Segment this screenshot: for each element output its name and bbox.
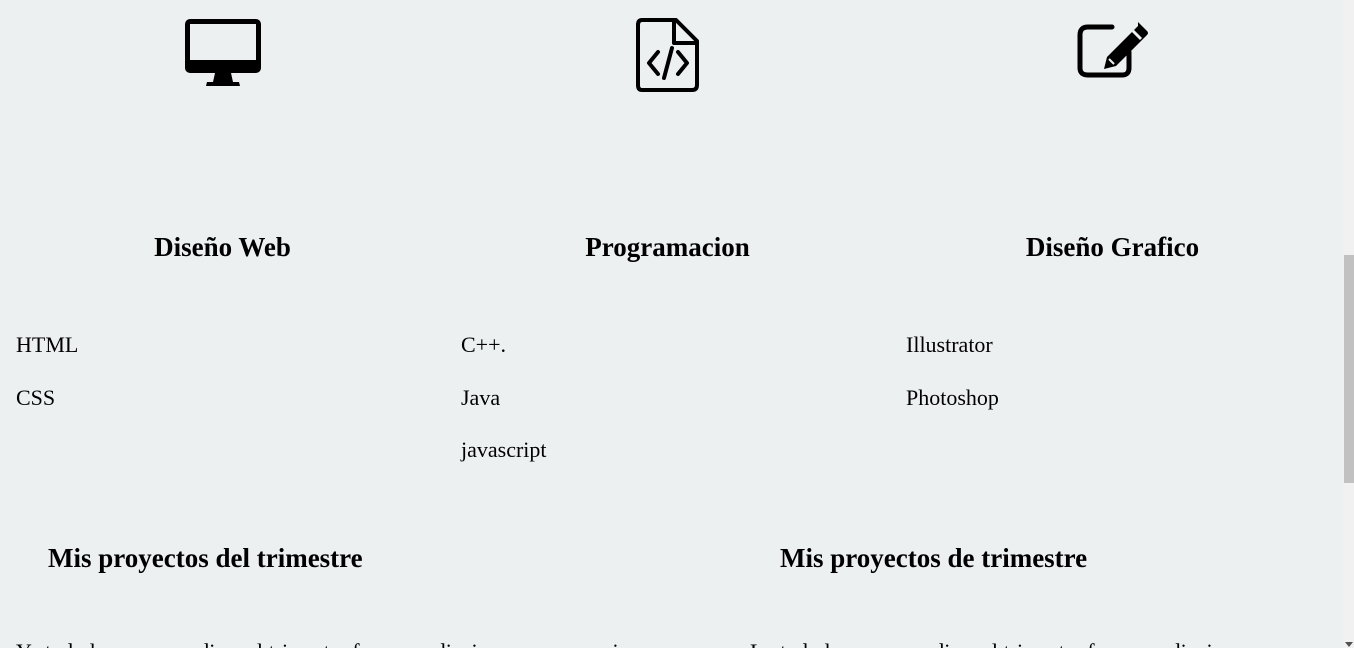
list-item: CSS [16, 384, 56, 410]
pen-to-square-icon [890, 18, 1335, 92]
desktop-icon [0, 18, 445, 92]
list-item: javascript [461, 437, 547, 462]
projects-left-text: Ya todo lo que aprendi en el trimestre f… [16, 638, 619, 648]
vertical-scrollbar[interactable] [1343, 0, 1354, 648]
service-list: C++. Java javascript [461, 329, 547, 487]
list-item: HTML [16, 332, 79, 357]
service-list: HTML CSS [16, 329, 78, 434]
projects-left-title: Mis proyectos del trimestre [48, 543, 363, 573]
service-title: Diseño Web [154, 232, 291, 262]
projects-right-title: Mis proyectos de trimestre [780, 543, 1088, 573]
services-section: Diseño Web HTML CSS Programacion C++. Ja… [0, 0, 1335, 480]
list-item: Java [461, 384, 501, 410]
service-title: Programacion [585, 232, 750, 262]
service-list: Illustrator Photoshop [906, 329, 999, 434]
list-item: Photoshop [906, 384, 999, 410]
service-graphic-design: Diseño Grafico Illustrator Photoshop [890, 0, 1335, 480]
projects-right-text: Lo todo lo que aprendi en el trimestre f… [750, 638, 1343, 648]
list-item: Illustrator [906, 332, 993, 357]
page: Diseño Web HTML CSS Programacion C++. Ja… [0, 0, 1343, 648]
scroll-down-arrow-icon[interactable] [1345, 642, 1353, 647]
service-title: Diseño Grafico [1025, 232, 1200, 262]
file-code-icon [445, 18, 890, 92]
list-item: C++. [461, 332, 506, 357]
service-web-design: Diseño Web HTML CSS [0, 0, 445, 480]
service-programming: Programacion C++. Java javascript [445, 0, 890, 480]
scrollbar-thumb[interactable] [1344, 255, 1354, 483]
